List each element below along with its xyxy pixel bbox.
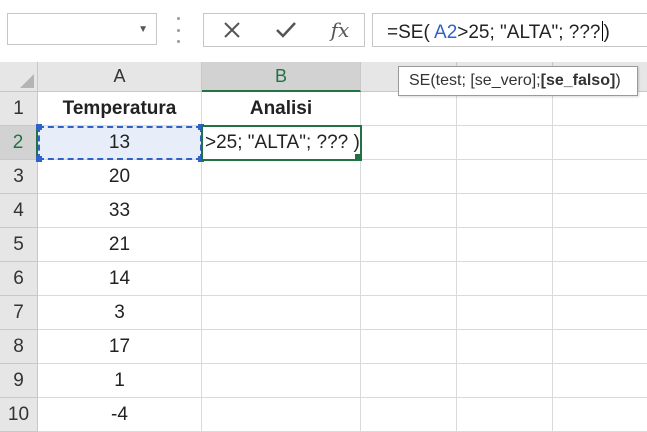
cell-c2[interactable] [361, 126, 457, 160]
cell-b1[interactable]: Analisi [202, 92, 361, 126]
cell-c4[interactable] [361, 194, 457, 228]
formula-input[interactable]: =SE( A2>25; "ALTA"; ???) [372, 13, 647, 47]
cell-b4[interactable] [202, 194, 361, 228]
cell-a4[interactable]: 33 [38, 194, 202, 228]
row-header-5[interactable]: 5 [0, 228, 38, 262]
chevron-down-icon[interactable]: ▼ [138, 24, 148, 35]
fill-handle[interactable] [354, 153, 360, 159]
formula-end: ) [603, 22, 610, 43]
check-icon[interactable] [266, 14, 306, 46]
function-tooltip[interactable]: SE(test; [se_vero]; [se_falso]) [398, 66, 638, 96]
cell-e9[interactable] [553, 364, 647, 398]
active-cell-b2[interactable]: >25; "ALTA"; ??? ) [201, 125, 362, 161]
cell-a10[interactable]: -4 [38, 398, 202, 432]
row-header-2[interactable]: 2 [0, 126, 38, 160]
cell-e4[interactable] [553, 194, 647, 228]
cell-d7[interactable] [457, 296, 553, 330]
cell-c5[interactable] [361, 228, 457, 262]
cell-a3[interactable]: 20 [38, 160, 202, 194]
column-header-a[interactable]: A [38, 62, 202, 92]
cell-c9[interactable] [361, 364, 457, 398]
tooltip-bold-arg[interactable]: [se_falso] [541, 72, 616, 90]
formula-prefix: =SE( [387, 22, 430, 43]
cell-b7[interactable] [202, 296, 361, 330]
cell-b2-text: >25; "ALTA"; ??? ) [205, 132, 360, 153]
cell-d10[interactable] [457, 398, 553, 432]
cell-a7[interactable]: 3 [38, 296, 202, 330]
formula-bar: ▼ fx =SE( A2>25; "ALTA"; ???) [0, 0, 647, 62]
cell-e5[interactable] [553, 228, 647, 262]
cell-b9[interactable] [202, 364, 361, 398]
cell-d5[interactable] [457, 228, 553, 262]
cell-e1[interactable] [553, 92, 647, 126]
text-cursor [601, 21, 603, 41]
cell-b5[interactable] [202, 228, 361, 262]
row-header-8[interactable]: 8 [0, 330, 38, 364]
cell-e8[interactable] [553, 330, 647, 364]
row-header-4[interactable]: 4 [0, 194, 38, 228]
tooltip-prefix: SE(test; [se_vero]; [409, 72, 541, 89]
spreadsheet-grid: A B 1 Temperatura Analisi 2 13 3 20 4 33 5 21 6 14 7 3… [0, 62, 647, 432]
tooltip-suffix: ) [615, 72, 621, 89]
cell-e10[interactable] [553, 398, 647, 432]
cell-c6[interactable] [361, 262, 457, 296]
more-options-icon[interactable] [174, 17, 182, 43]
cell-a8[interactable]: 17 [38, 330, 202, 364]
cell-e6[interactable] [553, 262, 647, 296]
formula-rest: >25; "ALTA"; ??? [457, 22, 601, 43]
row-header-1[interactable]: 1 [0, 92, 38, 126]
cell-e3[interactable] [553, 160, 647, 194]
cell-b8[interactable] [202, 330, 361, 364]
close-icon[interactable] [212, 14, 252, 46]
formula-buttons: fx [203, 13, 365, 47]
formula-ref: A2 [434, 22, 458, 43]
cell-a6[interactable]: 14 [38, 262, 202, 296]
cell-d3[interactable] [457, 160, 553, 194]
cell-e2[interactable] [553, 126, 647, 160]
cell-b6[interactable] [202, 262, 361, 296]
cell-d8[interactable] [457, 330, 553, 364]
cell-a9[interactable]: 1 [38, 364, 202, 398]
select-all-corner[interactable] [0, 62, 38, 92]
cell-a5[interactable]: 21 [38, 228, 202, 262]
cell-c10[interactable] [361, 398, 457, 432]
cell-e7[interactable] [553, 296, 647, 330]
cell-b10[interactable] [202, 398, 361, 432]
row-header-6[interactable]: 6 [0, 262, 38, 296]
name-box[interactable]: ▼ [7, 13, 157, 45]
row-header-7[interactable]: 7 [0, 296, 38, 330]
cell-a1[interactable]: Temperatura [38, 92, 202, 126]
cell-c8[interactable] [361, 330, 457, 364]
cell-d1[interactable] [457, 92, 553, 126]
cell-b3[interactable] [202, 160, 361, 194]
row-header-10[interactable]: 10 [0, 398, 38, 432]
fx-icon[interactable]: fx [320, 14, 360, 46]
cell-d9[interactable] [457, 364, 553, 398]
cell-d6[interactable] [457, 262, 553, 296]
column-header-b[interactable]: B [202, 62, 361, 92]
row-header-3[interactable]: 3 [0, 160, 38, 194]
cell-c1[interactable] [361, 92, 457, 126]
cell-d4[interactable] [457, 194, 553, 228]
cell-c7[interactable] [361, 296, 457, 330]
cell-c3[interactable] [361, 160, 457, 194]
cell-a2[interactable]: 13 [38, 126, 202, 160]
cell-d2[interactable] [457, 126, 553, 160]
row-header-9[interactable]: 9 [0, 364, 38, 398]
